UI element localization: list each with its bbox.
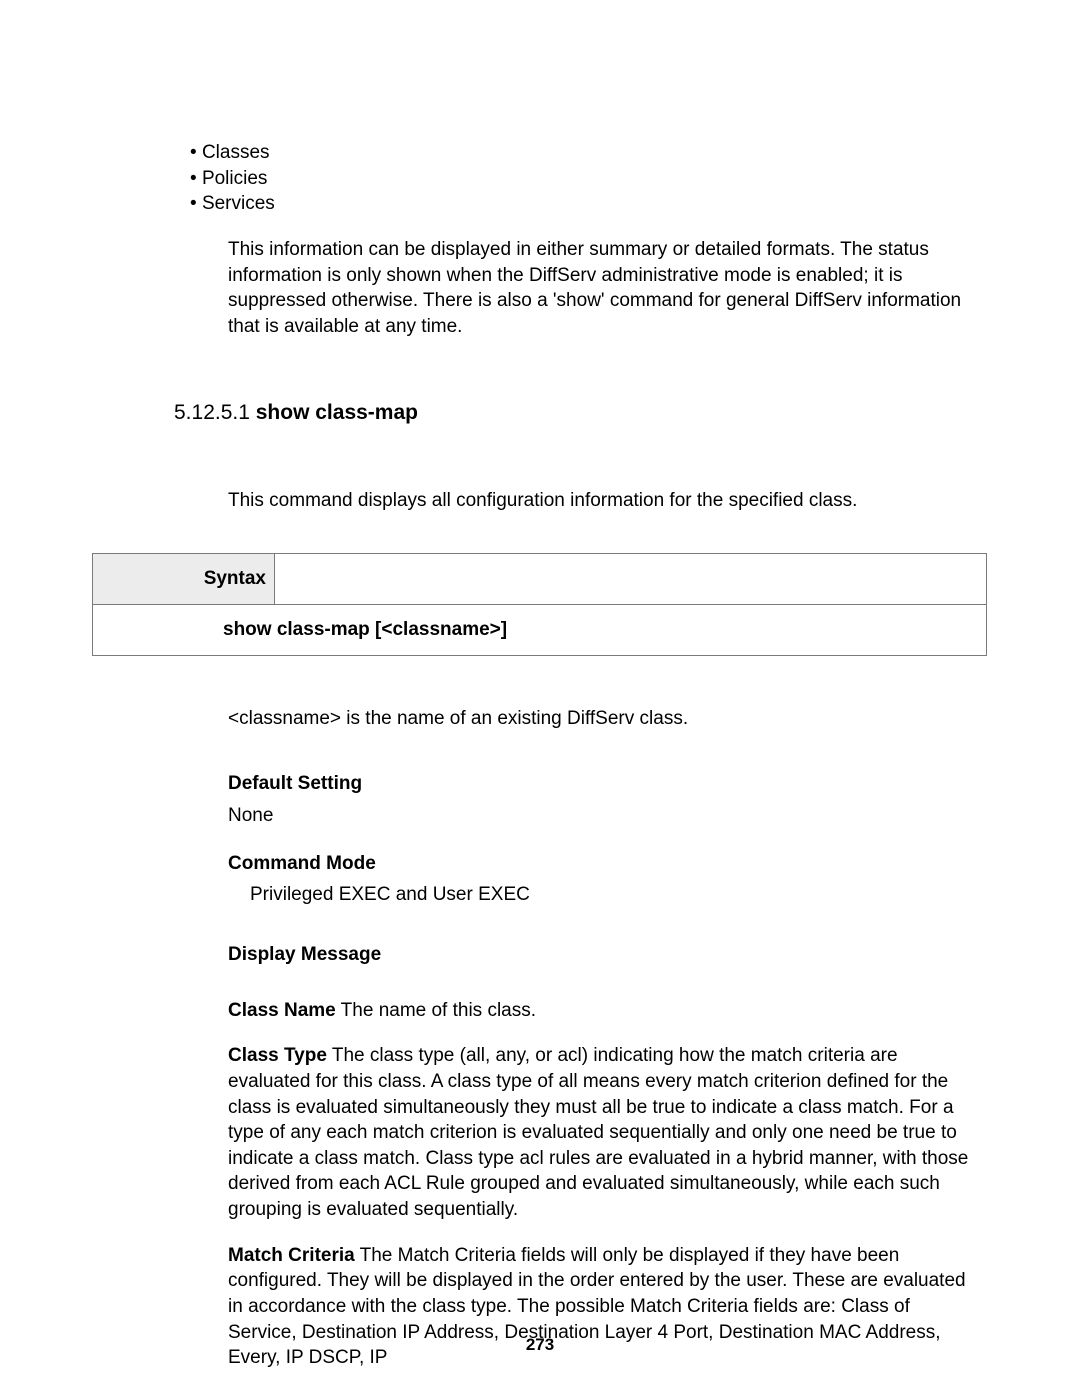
- command-mode-value: Privileged EXEC and User EXEC: [250, 882, 980, 908]
- bullet-item: Services: [190, 191, 990, 217]
- intro-paragraph: This information can be displayed in eit…: [228, 237, 980, 340]
- display-message-label: Display Message: [228, 942, 980, 968]
- classname-paragraph: <classname> is the name of an existing D…: [228, 706, 980, 732]
- bullet-list: Classes Policies Services: [190, 140, 990, 217]
- field-class-type: Class Type The class type (all, any, or …: [228, 1043, 980, 1222]
- command-mode-label: Command Mode: [228, 851, 980, 877]
- syntax-table: Syntax show class-map [<classname>]: [92, 553, 987, 655]
- default-setting-value: None: [228, 803, 980, 829]
- field-match-label: Match Criteria: [228, 1245, 355, 1266]
- default-setting-label: Default Setting: [228, 771, 980, 797]
- section-number: 5.12.5.1: [174, 401, 250, 424]
- page-number: 273: [0, 1334, 1080, 1357]
- bullet-item: Classes: [190, 140, 990, 166]
- section-title: show class-map: [256, 401, 418, 424]
- syntax-label-cell: Syntax: [93, 554, 275, 605]
- bullet-item: Policies: [190, 166, 990, 192]
- details-block: <classname> is the name of an existing D…: [228, 706, 980, 1371]
- field-name-label: Class Name: [228, 1000, 336, 1021]
- document-page: Classes Policies Services This informati…: [0, 0, 1080, 1397]
- field-type-label: Class Type: [228, 1045, 327, 1066]
- syntax-empty-cell: [275, 554, 987, 605]
- section-heading: 5.12.5.1 show class-map: [174, 399, 990, 427]
- field-type-text: The class type (all, any, or acl) indica…: [228, 1045, 968, 1220]
- field-class-name: Class Name The name of this class.: [228, 998, 980, 1024]
- field-name-text: The name of this class.: [336, 1000, 536, 1021]
- section-description: This command displays all configuration …: [228, 488, 980, 514]
- syntax-command-cell: show class-map [<classname>]: [93, 605, 987, 656]
